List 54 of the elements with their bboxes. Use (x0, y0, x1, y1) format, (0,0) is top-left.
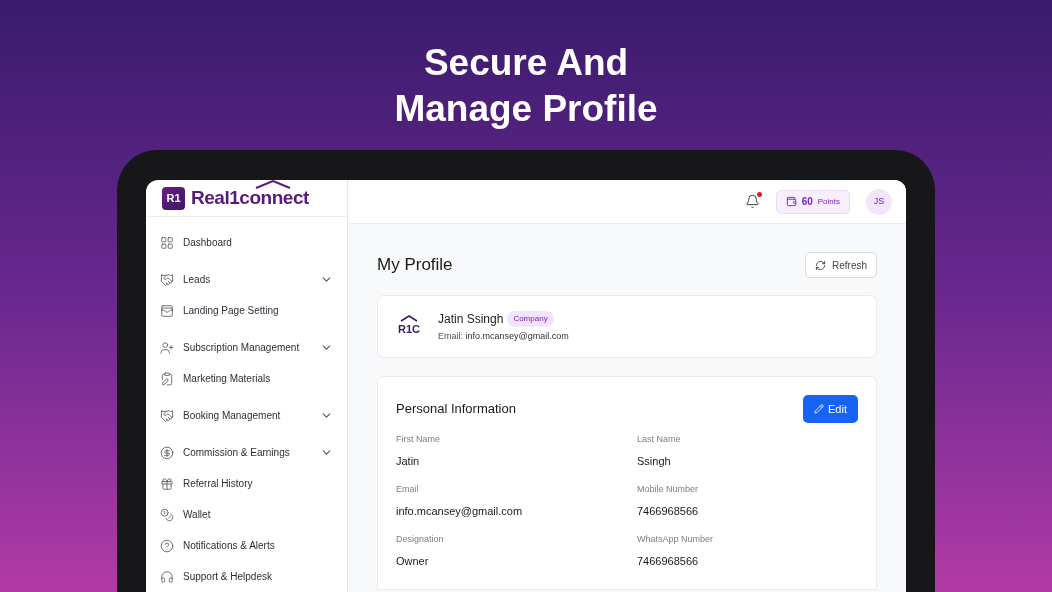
sidebar-item[interactable]: Landing Page Setting (160, 295, 333, 326)
sidebar-item[interactable]: Dashboard (160, 227, 333, 258)
refresh-button[interactable]: Refresh (805, 252, 877, 278)
avatar[interactable]: JS (866, 188, 892, 215)
profile-email: Email: info.mcansey@gmail.com (438, 329, 569, 343)
field-value: Jatin (396, 453, 421, 469)
sidebar-item[interactable]: Booking Management (160, 400, 333, 431)
section-title: Personal Information (396, 400, 516, 419)
field-value: Owner (396, 553, 430, 569)
logo-text: Real1connect (191, 183, 309, 213)
edit-button[interactable]: Edit (803, 395, 858, 423)
handshake-icon (160, 408, 174, 423)
wallet-icon (785, 196, 797, 207)
field-label: First Name (396, 433, 441, 446)
bell-icon (744, 194, 760, 209)
field-label: Email (396, 483, 420, 496)
refresh-icon (815, 259, 826, 271)
field-label: WhatsApp Number (637, 533, 715, 546)
clipboard-icon (160, 371, 174, 386)
sidebar-item[interactable]: Referral History (160, 468, 333, 499)
field-label: Last Name (637, 433, 682, 446)
company-tag: Company (507, 310, 554, 327)
field-value: Ssingh (637, 453, 672, 469)
grid-icon (160, 235, 174, 250)
dollar-icon (160, 445, 174, 460)
points-pill[interactable]: 60 Points (775, 189, 850, 214)
field-label: Mobile Number (637, 483, 700, 496)
coins-icon (160, 507, 174, 522)
gift-icon (160, 476, 174, 491)
sidebar-item[interactable]: Support & Helpdesk (160, 561, 333, 592)
field-value: 7466968566 (637, 553, 700, 569)
roof-icon (254, 180, 291, 189)
help-icon (160, 538, 174, 553)
pencil-icon (814, 404, 825, 414)
field-label: Designation (396, 533, 445, 546)
field-value: 7466968566 (637, 503, 700, 519)
card-icon (160, 303, 174, 318)
logo-badge: R1 (162, 186, 185, 210)
sidebar-item[interactable]: Subscription Management (160, 332, 333, 363)
sidebar-item[interactable]: Notifications & Alerts (160, 530, 333, 561)
page-title: My Profile (377, 254, 453, 277)
field-value: info.mcansey@gmail.com (396, 503, 524, 519)
profile-name: Jatin Ssingh (438, 310, 504, 328)
sidebar-item[interactable]: Commission & Earnings (160, 437, 333, 468)
handshake-icon (160, 272, 174, 287)
sidebar-item[interactable]: Leads (160, 264, 333, 295)
headline: Secure And Manage Profile (394, 41, 658, 131)
user-plus-icon (160, 340, 174, 355)
notification-button[interactable] (744, 194, 760, 209)
headphones-icon (160, 569, 174, 584)
sidebar-item[interactable]: Marketing Materials (160, 363, 333, 394)
sidebar-item[interactable]: Wallet (160, 499, 333, 530)
roof-icon (400, 315, 418, 323)
company-logo: R1C (398, 315, 420, 338)
